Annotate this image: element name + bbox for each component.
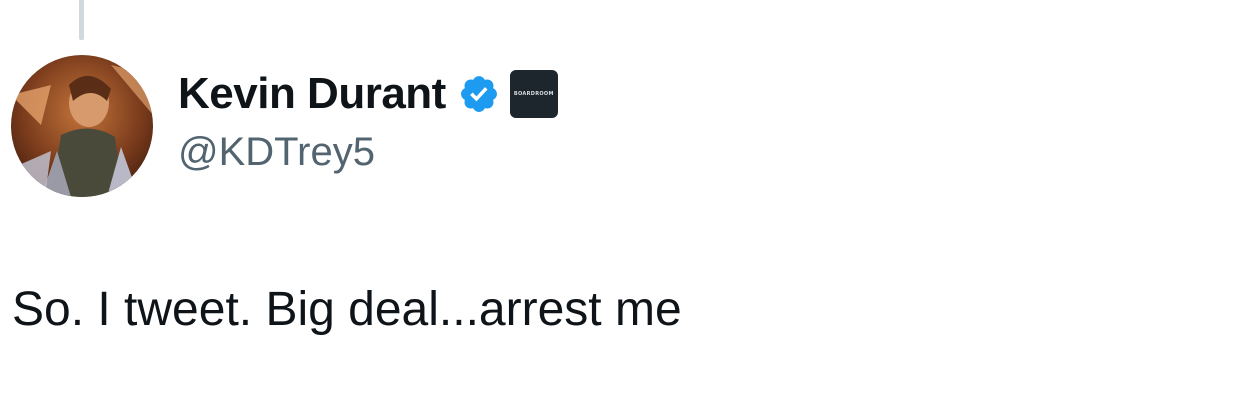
boardroom-logo-icon[interactable]: BOARDROOM — [509, 70, 558, 118]
tweet-text: So. I tweet. Big deal...arrest me — [12, 283, 682, 336]
avatar[interactable] — [11, 55, 153, 197]
display-name[interactable]: Kevin Durant — [178, 66, 446, 122]
verified-badge-icon — [458, 73, 500, 115]
user-handle[interactable]: @KDTrey5 — [178, 124, 558, 180]
thread-connector-line — [79, 0, 84, 40]
name-row: Kevin Durant BOARDROOM — [178, 66, 558, 122]
affiliate-badge-text: BOARDROOM — [513, 91, 554, 97]
avatar-image — [11, 55, 153, 197]
tweet-header: Kevin Durant BOARDROOM @KDTrey5 — [178, 66, 558, 180]
